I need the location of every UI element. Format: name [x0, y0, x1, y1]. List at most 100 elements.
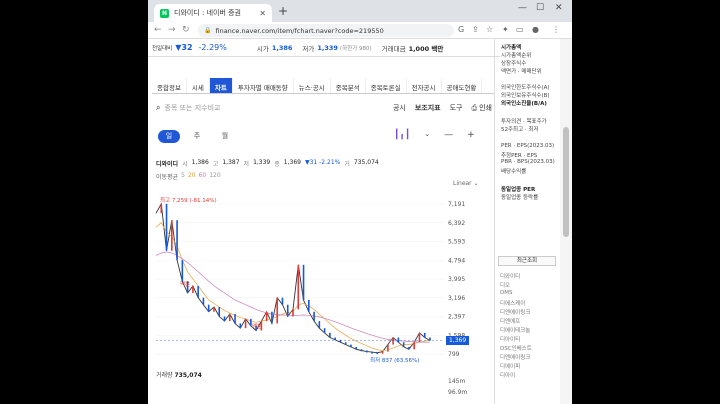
high-l: 고 — [212, 161, 219, 168]
browser-window: N 디와이디 : 네이버 증권 ✕ + — ☐ ✕ ← → ↻ 🔒 financ… — [148, 0, 572, 404]
disclosure-button[interactable]: 공시 — [393, 103, 406, 113]
back-icon[interactable]: ← — [154, 25, 162, 35]
min-label: 최저 837 (63.56%) — [370, 356, 419, 364]
period-selector: 일 주 월 — [158, 130, 236, 143]
ma-120[interactable]: 120 — [209, 172, 220, 181]
period-month[interactable]: 월 — [214, 130, 236, 143]
recent-item[interactable]: DSC인베스트 — [500, 344, 532, 352]
zoom-in-icon[interactable]: + — [467, 130, 475, 140]
print-icon[interactable]: ⎙ — [472, 104, 478, 113]
menu-kebab-icon[interactable]: ⋮ — [552, 25, 560, 34]
trading-value-label: 거래대금 — [381, 44, 406, 53]
sidebar-row: 시가총액순위 — [501, 53, 532, 59]
series-line-2 — [155, 251, 430, 343]
sidebar-row: 동일업종 등락률 — [501, 195, 539, 201]
recent-item[interactable]: 디아이티 — [500, 335, 520, 343]
address-bar: ← → ↻ 🔒 finance.naver.com/item/fchart.na… — [148, 22, 572, 39]
share-icon[interactable]: ⇪ — [472, 25, 479, 34]
split-annotation: 액분 — [252, 323, 262, 330]
forward-icon[interactable]: → — [168, 25, 176, 35]
period-week[interactable]: 주 — [186, 130, 208, 143]
ma-20[interactable]: 20 — [188, 172, 196, 181]
tab-short-selling[interactable]: 공매도현황 — [442, 78, 483, 93]
recent-item[interactable]: 디오 — [500, 281, 510, 289]
recent-item[interactable]: 디엔에프 — [500, 317, 520, 325]
browser-tab[interactable]: N 디와이디 : 네이버 증권 ✕ — [154, 4, 272, 22]
tab-news[interactable]: 뉴스·공시 — [294, 78, 331, 93]
recent-item[interactable]: 디에이테크놀 — [500, 326, 530, 334]
candle — [244, 318, 247, 329]
candle — [323, 328, 326, 333]
reload-icon[interactable]: ↻ — [182, 25, 190, 35]
sidebar-row: 추정PER · EPS — [501, 153, 538, 159]
candle — [286, 304, 289, 317]
indicator-button[interactable]: 보조지표 — [415, 103, 441, 113]
y-tick-label: 799 — [448, 351, 460, 358]
candle — [197, 285, 199, 298]
close-tab-icon[interactable]: ✕ — [259, 9, 266, 18]
url-text: finance.naver.com/item/fchart.naver?code… — [215, 26, 384, 35]
candle — [223, 316, 226, 322]
low-value: 1,339 — [317, 43, 338, 52]
close-window-icon[interactable]: ✕ — [555, 3, 563, 13]
zoom-out-icon[interactable]: — — [444, 130, 453, 140]
recent-item[interactable]: 디엔에이링크 — [500, 353, 530, 361]
ma-60[interactable]: 60 — [199, 172, 207, 181]
candle — [339, 339, 342, 343]
recent-views-title: 최근조회 — [498, 256, 556, 266]
new-tab-icon[interactable]: + — [278, 4, 288, 18]
tab-overview[interactable]: 종합정보 — [152, 78, 187, 93]
profile-avatar-icon[interactable]: ● — [532, 25, 539, 34]
sidebar-row: PER · EPS(2023.03) — [501, 143, 555, 149]
sidebar-row: 시가총액 — [501, 45, 522, 51]
sidebar-row: 동일업종 PER — [501, 187, 536, 193]
candle-type-icon[interactable]: ┃╻┃ — [394, 130, 410, 140]
tab-investor-trading[interactable]: 투자자별 매매동향 — [233, 78, 294, 93]
tab-analysis[interactable]: 종목분석 — [331, 78, 366, 93]
candle — [360, 349, 363, 352]
stock-name: 디와이디 — [156, 161, 179, 168]
compare-search-input[interactable]: 종목 또는 지수비교 — [164, 103, 383, 113]
scrollbar-thumb[interactable] — [563, 127, 569, 237]
close: 1,369 — [283, 159, 301, 166]
low: 1,339 — [253, 159, 271, 166]
candle — [202, 297, 205, 305]
bookmark-star-icon[interactable]: ☆ — [486, 25, 493, 34]
google-icon[interactable]: G — [458, 25, 464, 34]
period-day[interactable]: 일 — [158, 130, 180, 143]
open-label: 시가 — [256, 44, 269, 53]
scale-selector[interactable]: Linear ⌄ — [453, 180, 479, 187]
ohlc-info: 디와이디 시 1,386 고 1,387 저 1,339 종 1,369 ▼31 -2.… — [156, 159, 379, 168]
stock-menu-tabs: 종합정보 시세 차트 투자자별 매매동향 뉴스·공시 종목분석 종목토론실 전자… — [152, 78, 494, 94]
recent-item[interactable]: 디아이 — [500, 371, 515, 379]
candle — [381, 351, 384, 354]
tab-forum[interactable]: 종목토론실 — [366, 78, 407, 93]
search-icon: ⌕ — [156, 103, 161, 112]
recent-item[interactable]: 디에이피 — [500, 362, 520, 370]
sidepanel-icon[interactable]: ▭ — [516, 25, 524, 34]
recent-item[interactable]: DMS — [500, 290, 512, 296]
minimize-icon[interactable]: — — [518, 3, 527, 13]
low-l: 저 — [243, 161, 250, 168]
tools-button[interactable]: 도구 — [450, 103, 463, 113]
tab-disclosure[interactable]: 전자공시 — [407, 78, 442, 93]
moving-average-legend: 이동평균 5 20 60 120 — [156, 172, 221, 181]
y-tick-label: 7,191 — [448, 201, 465, 208]
recent-item[interactable]: 디에스케이 — [500, 299, 525, 307]
candle — [365, 350, 368, 353]
url-field[interactable]: 🔒 finance.naver.com/item/fchart.naver?co… — [198, 24, 454, 37]
print-button[interactable]: 인쇄 — [479, 103, 492, 113]
dropdown-chevron-icon[interactable]: ⌄ — [424, 130, 430, 140]
ma-5[interactable]: 5 — [181, 172, 185, 181]
maximize-icon[interactable]: ☐ — [536, 3, 544, 13]
recent-item[interactable]: 디엔에이링크 — [500, 308, 530, 316]
extensions-icon[interactable]: ✦ — [502, 25, 509, 34]
tab-quotes[interactable]: 시세 — [187, 78, 210, 93]
limit-down-note: (하한가 980) — [339, 45, 372, 52]
candle — [265, 311, 268, 322]
scrollbar[interactable] — [560, 39, 572, 404]
price-chart[interactable]: 7,1916,3925,5934,7943,9953,1962,3971,598… — [148, 192, 493, 364]
volume-tick-1: 145m — [448, 378, 466, 385]
recent-item[interactable]: 디와이디 — [500, 272, 520, 280]
tab-chart[interactable]: 차트 — [209, 78, 233, 93]
